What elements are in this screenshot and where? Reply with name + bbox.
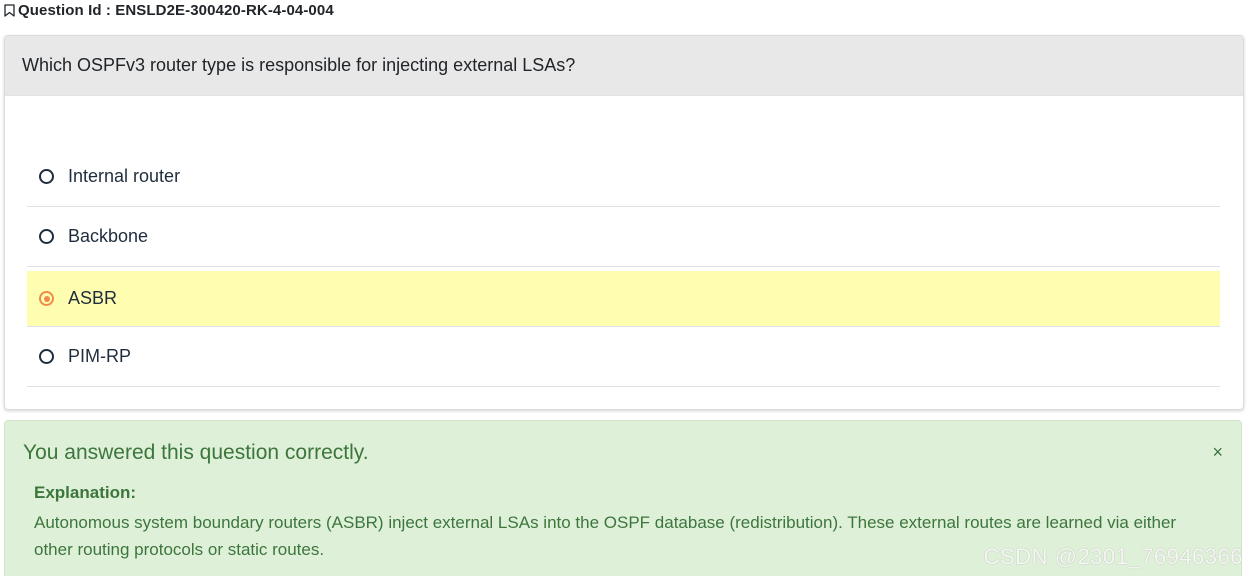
option-label: PIM-RP <box>68 346 131 366</box>
question-text: Which OSPFv3 router type is responsible … <box>22 55 576 75</box>
radio-unchecked-icon[interactable] <box>39 229 54 244</box>
option-label: ASBR <box>68 288 118 308</box>
answer-options: Internal router Backbone ASBR PIM-RP <box>27 147 1220 387</box>
radio-unchecked-icon[interactable] <box>39 169 54 184</box>
quiz-page: Question Id : ENSLD2E-300420-RK-4-04-004… <box>0 0 1247 576</box>
feedback-title: You answered this question correctly. <box>23 441 369 464</box>
radio-checked-icon[interactable] <box>39 291 54 306</box>
bookmark-icon <box>4 3 15 17</box>
option-backbone[interactable]: Backbone <box>27 207 1220 267</box>
question-header: Which OSPFv3 router type is responsible … <box>5 36 1243 96</box>
close-icon[interactable]: × <box>1212 443 1223 461</box>
option-label: Internal router <box>68 166 181 186</box>
option-label: Backbone <box>68 226 149 246</box>
explanation-heading: Explanation: <box>34 483 137 502</box>
watermark: CSDN @2301_76946366 <box>983 544 1243 569</box>
option-asbr[interactable]: ASBR <box>27 271 1220 327</box>
question-id: Question Id : ENSLD2E-300420-RK-4-04-004 <box>18 1 334 19</box>
question-id-row: Question Id : ENSLD2E-300420-RK-4-04-004 <box>4 1 334 19</box>
question-card: Which OSPFv3 router type is responsible … <box>4 35 1244 410</box>
option-internal-router[interactable]: Internal router <box>27 147 1220 207</box>
radio-unchecked-icon[interactable] <box>39 349 54 364</box>
option-pim-rp[interactable]: PIM-RP <box>27 327 1220 387</box>
